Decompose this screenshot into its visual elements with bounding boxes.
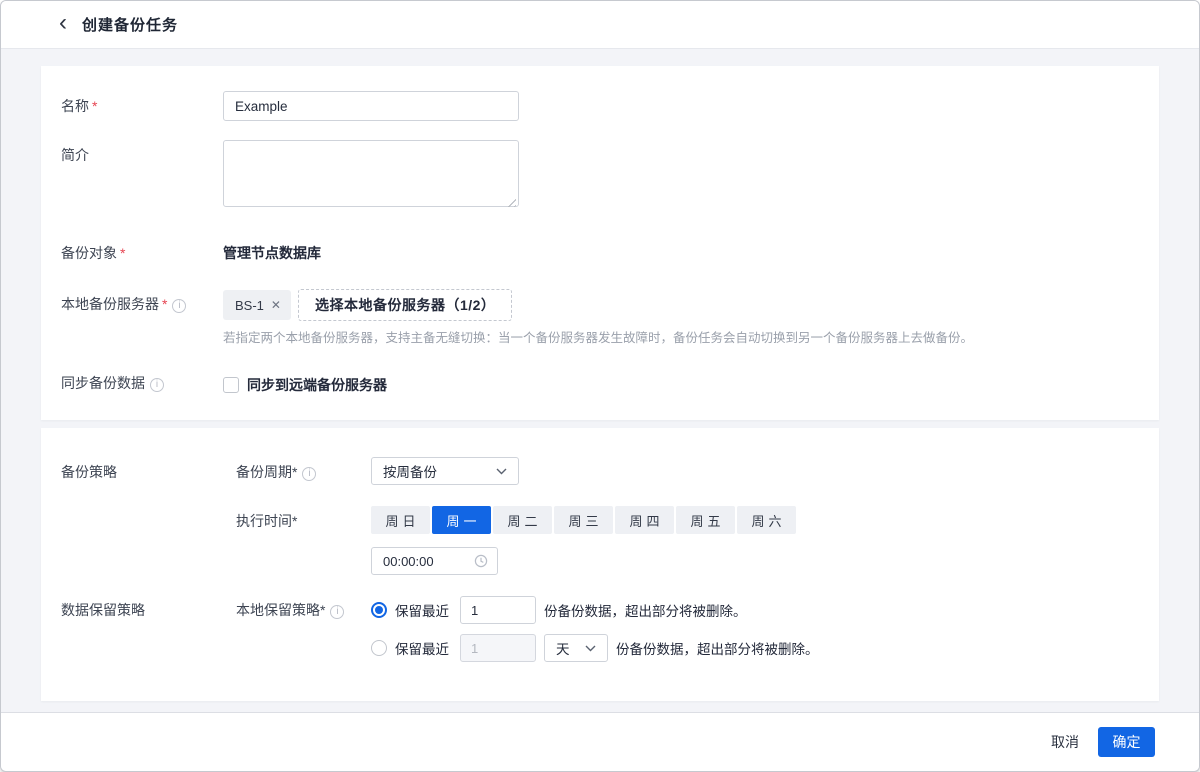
sync-backup-label: 同步备份数据i: [61, 374, 223, 392]
keep-count-prefix: 保留最近: [395, 600, 449, 620]
day-button-wednesday[interactable]: 周三: [554, 506, 613, 534]
server-hint-text: 若指定两个本地备份服务器，支持主备无缝切换：当一个备份服务器发生故障时，备份任务…: [223, 330, 1139, 346]
day-button-sunday[interactable]: 周日: [371, 506, 430, 534]
radio-keep-count[interactable]: [371, 602, 387, 618]
backup-cycle-row: 备份策略 备份周期*i 按周备份: [61, 457, 1139, 487]
retention-option-count: 保留最近 份备份数据，超出部分将被删除。: [371, 595, 1139, 625]
server-tag-label: BS-1: [235, 298, 264, 313]
sync-backup-row: 同步备份数据i 同步到远端备份服务器: [61, 374, 1139, 395]
strategy-card: 备份策略 备份周期*i 按周备份 执行时间*: [41, 428, 1159, 701]
unit-select[interactable]: 天: [544, 634, 608, 662]
page-title: 创建备份任务: [82, 14, 178, 35]
info-icon[interactable]: i: [150, 378, 164, 392]
keep-days-prefix: 保留最近: [395, 638, 449, 658]
day-button-tuesday[interactable]: 周二: [493, 506, 552, 534]
name-input[interactable]: [223, 91, 519, 121]
clock-icon: [474, 554, 488, 568]
chevron-down-icon: [585, 645, 596, 652]
backup-object-label: 备份对象*: [61, 238, 223, 263]
required-marker: *: [320, 602, 325, 618]
retention-row: 数据保留策略 本地保留策略*i 保留最近 份备份数据，超出部分将被删除。 保留最…: [61, 595, 1139, 663]
page-header: ‹ 创建备份任务: [1, 1, 1199, 49]
footer-bar: 取消 确定: [1, 712, 1199, 771]
info-icon[interactable]: i: [302, 467, 316, 481]
radio-keep-days[interactable]: [371, 640, 387, 656]
time-value: 00:00:00: [383, 554, 434, 569]
confirm-button[interactable]: 确定: [1098, 727, 1155, 757]
basic-info-card: 名称* 简介 备份对象*: [41, 66, 1159, 420]
backup-strategy-group-label: 备份策略: [61, 457, 236, 487]
close-icon[interactable]: ✕: [271, 298, 281, 312]
local-backup-server-label: 本地备份服务器*i: [61, 289, 223, 319]
retention-group-label: 数据保留策略: [61, 595, 236, 625]
required-marker: *: [92, 98, 97, 114]
weekday-selector: 周日 周一 周二 周三 周四 周五 周六: [371, 506, 1139, 534]
server-tag: BS-1 ✕: [223, 290, 291, 320]
description-row: 简介: [61, 140, 1139, 212]
backup-object-row: 备份对象* 管理节点数据库: [61, 238, 1139, 263]
local-backup-server-row: 本地备份服务器*i BS-1 ✕ 选择本地备份服务器（1/2） 若指定两个本地备…: [61, 289, 1139, 346]
info-icon[interactable]: i: [172, 299, 186, 313]
unit-value: 天: [556, 638, 570, 658]
backup-cycle-label: 备份周期*i: [236, 457, 371, 487]
keep-count-input[interactable]: [460, 596, 536, 624]
info-icon[interactable]: i: [330, 605, 344, 619]
retention-option-days: 保留最近 天 份备份数据，超出部分将被删除。: [371, 633, 1139, 663]
cancel-button[interactable]: 取消: [1041, 726, 1089, 758]
sync-checkbox[interactable]: [223, 377, 239, 393]
day-button-friday[interactable]: 周五: [676, 506, 735, 534]
required-marker: *: [162, 296, 167, 312]
name-row: 名称*: [61, 91, 1139, 121]
keep-days-suffix: 份备份数据，超出部分将被删除。: [616, 638, 819, 658]
exec-time-row: 执行时间* 周日 周一 周二 周三 周四 周五 周六 00:00:00: [61, 506, 1139, 575]
name-label: 名称*: [61, 91, 223, 121]
backup-cycle-select[interactable]: 按周备份: [371, 457, 519, 485]
exec-time-label: 执行时间*: [236, 506, 371, 536]
create-backup-task-window: ‹ 创建备份任务 名称* 简介: [0, 0, 1200, 772]
keep-count-suffix: 份备份数据，超出部分将被删除。: [544, 600, 747, 620]
time-picker[interactable]: 00:00:00: [371, 547, 498, 575]
description-label: 简介: [61, 140, 223, 170]
day-button-thursday[interactable]: 周四: [615, 506, 674, 534]
required-marker: *: [292, 513, 297, 529]
backup-cycle-value: 按周备份: [383, 461, 437, 481]
back-icon[interactable]: ‹: [56, 13, 70, 33]
description-textarea[interactable]: [223, 140, 519, 207]
select-server-button[interactable]: 选择本地备份服务器（1/2）: [298, 289, 512, 321]
required-marker: *: [292, 464, 297, 480]
day-button-saturday[interactable]: 周六: [737, 506, 796, 534]
backup-object-value: 管理节点数据库: [223, 238, 1139, 263]
keep-days-input: [460, 634, 536, 662]
content-area: 名称* 简介 备份对象*: [1, 49, 1199, 712]
day-button-monday[interactable]: 周一: [432, 506, 491, 534]
local-policy-label: 本地保留策略*i: [236, 595, 371, 625]
required-marker: *: [120, 245, 125, 261]
sync-checkbox-label: 同步到远端备份服务器: [247, 375, 387, 395]
chevron-down-icon: [496, 468, 507, 475]
